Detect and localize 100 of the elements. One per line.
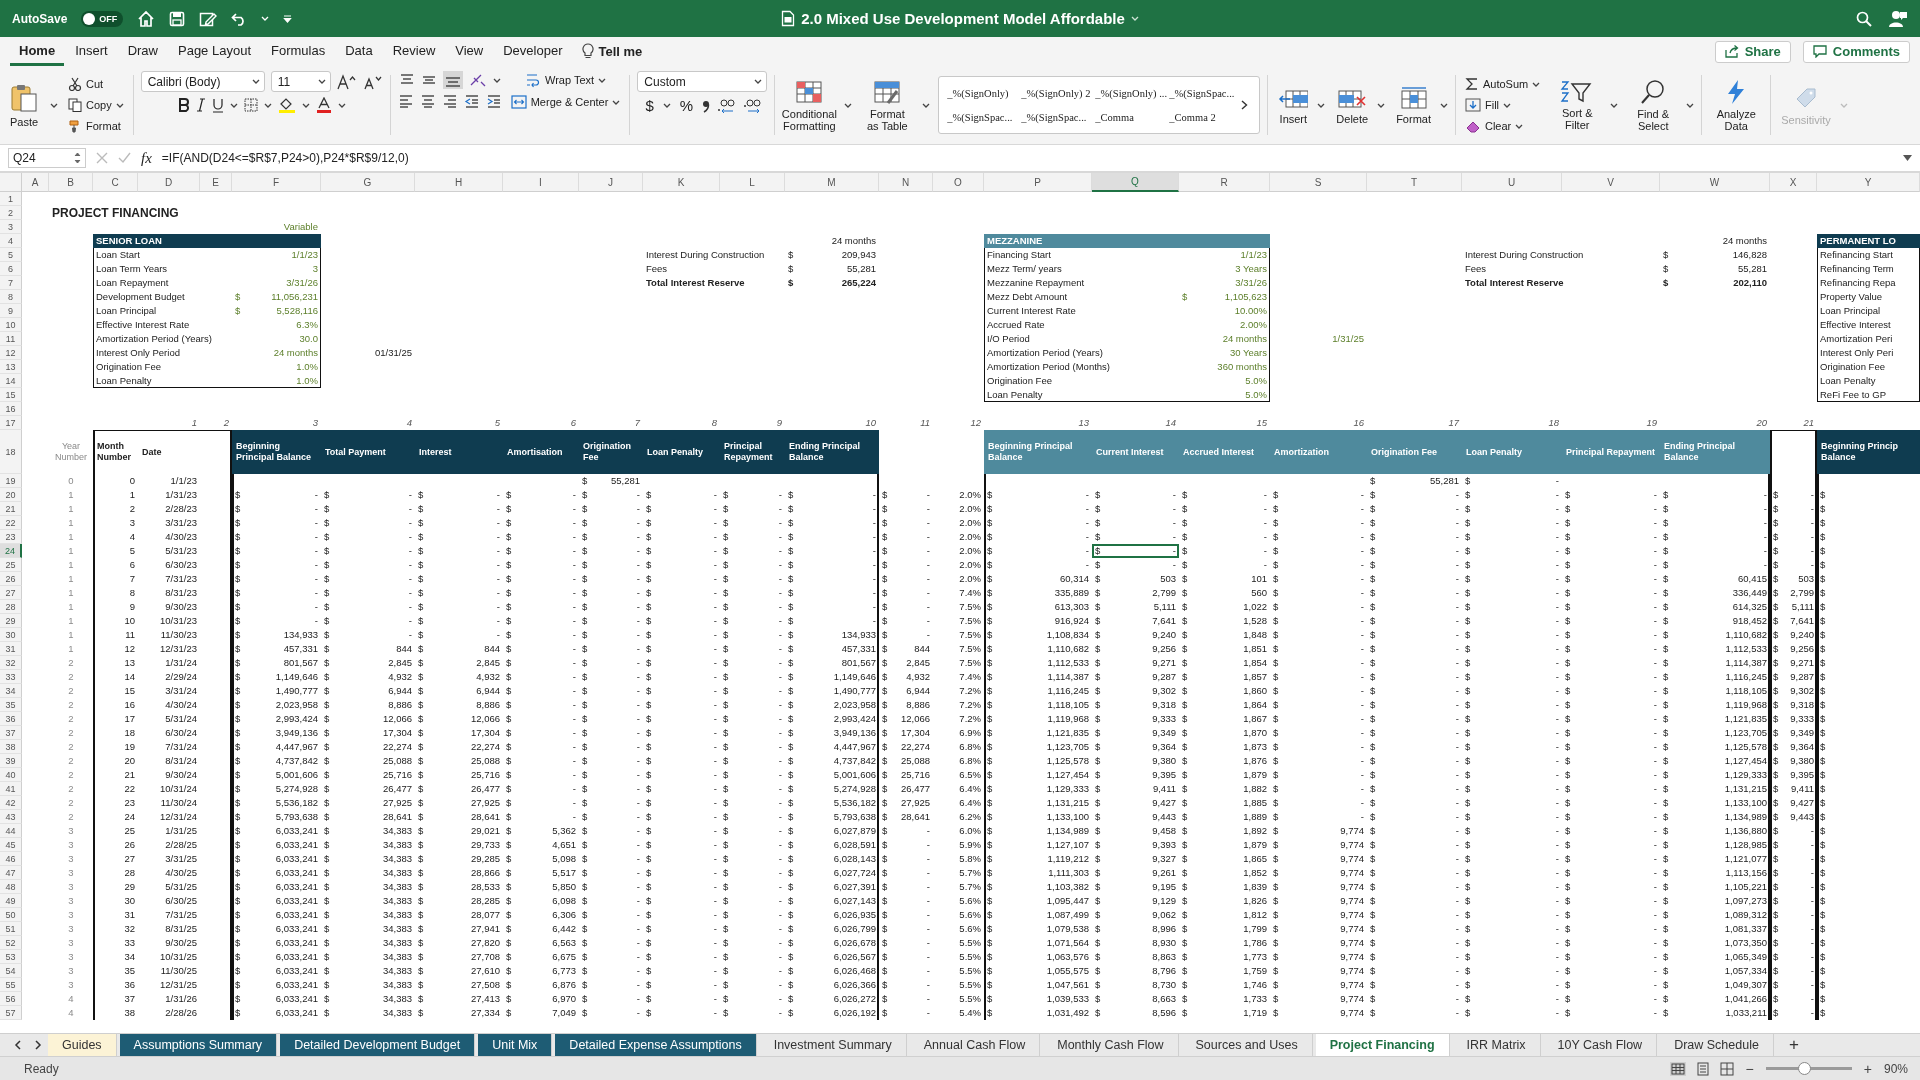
column-header[interactable]: W [1660,173,1770,192]
zoom-out-button[interactable]: − [1743,1060,1756,1077]
save-icon[interactable] [169,10,186,27]
column-header[interactable]: V [1562,173,1660,192]
column-header[interactable]: L [720,173,785,192]
row-header[interactable]: 32 [0,656,22,670]
caret-icon[interactable] [662,103,671,108]
column-header[interactable]: X [1770,173,1817,192]
font-name-dropdown[interactable]: Calibri (Body) [140,71,265,92]
find-select-button[interactable]: Find & Select [1626,76,1681,134]
slider-thumb[interactable] [1798,1062,1812,1075]
merge-center-button[interactable]: Merge & Center [508,94,623,110]
caret-icon[interactable] [1317,102,1326,108]
decrease-decimal-icon[interactable] [742,97,763,114]
cut-button[interactable]: Cut [66,76,126,92]
caret-icon[interactable] [754,79,763,84]
conditional-formatting-button[interactable]: Conditional Formatting [782,76,837,134]
search-icon[interactable] [1856,10,1872,27]
cell-style[interactable]: _%(SignSpac... [1019,111,1094,123]
format-painter-button[interactable]: Format [66,118,126,134]
caret-icon[interactable] [492,77,501,83]
sheet-tab[interactable]: Unit Mix [478,1034,553,1056]
row-header[interactable]: 31 [0,642,22,656]
row-header[interactable]: 15 [0,388,22,402]
row-header[interactable]: 56 [0,992,22,1006]
page-break-icon[interactable] [1719,1061,1734,1076]
align-right-icon[interactable] [441,94,458,108]
sheet-tab[interactable]: Detailed Development Budget [280,1034,476,1056]
chevron-right-icon[interactable] [1241,100,1249,110]
clear-button[interactable]: Clear [1463,118,1543,134]
row-header[interactable]: 13 [0,360,22,374]
selected-cell-outline[interactable] [1092,544,1179,558]
row-header[interactable]: 41 [0,782,22,796]
column-header[interactable]: R [1179,173,1270,192]
caret-icon[interactable] [229,102,238,108]
row-header[interactable]: 38 [0,740,22,754]
column-header[interactable]: Y [1817,173,1920,192]
wrap-text-button[interactable]: Wrap Text [522,71,609,89]
autosum-button[interactable]: AutoSum [1463,76,1543,92]
column-header[interactable]: P [984,173,1092,192]
column-header[interactable]: B [49,173,93,192]
number-format-dropdown[interactable]: Custom [637,71,768,92]
caret-icon[interactable] [1610,102,1619,108]
column-header[interactable]: E [200,173,232,192]
row-header[interactable]: 57 [0,1006,22,1020]
row-header[interactable]: 18 [0,430,22,474]
sheet-tab[interactable]: Assumptions Summary [119,1034,278,1056]
caret-icon[interactable] [598,77,607,83]
copy-button[interactable]: Copy [66,97,126,113]
tell-me-field[interactable]: Tell me [598,44,643,59]
function-button[interactable]: fx [141,149,152,167]
caret-icon[interactable] [1686,102,1695,108]
row-header[interactable]: 45 [0,838,22,852]
comma-style-icon[interactable] [702,98,711,113]
format-button[interactable]: Format [1393,83,1434,127]
ribbon-tab[interactable]: Data [336,37,382,66]
insert-button[interactable]: Insert [1275,83,1312,127]
row-header[interactable]: 14 [0,374,22,388]
column-header[interactable]: Q [1092,173,1179,192]
row-header[interactable]: 54 [0,964,22,978]
expand-caret-icon[interactable] [1903,155,1912,161]
sheet-tab[interactable]: Guides [48,1034,117,1056]
customize-toolbar-icon[interactable] [283,14,293,23]
caret-icon[interactable] [263,102,272,108]
row-header[interactable]: 25 [0,558,22,572]
align-left-icon[interactable] [397,94,414,108]
fill-button[interactable]: Fill [1463,97,1543,113]
row-header[interactable]: 33 [0,670,22,684]
decrease-indent-icon[interactable] [463,94,480,108]
row-header[interactable]: 51 [0,922,22,936]
row-header[interactable]: 17 [0,416,22,430]
row-header[interactable]: 37 [0,726,22,740]
align-top-icon[interactable] [398,73,415,87]
caret-icon[interactable] [1503,102,1512,108]
person-icon[interactable] [1888,9,1908,28]
caret-icon[interactable] [844,102,853,108]
cell-style[interactable]: _%(SignSpac... [945,111,1020,123]
row-header[interactable]: 12 [0,346,22,360]
row-header[interactable]: 39 [0,754,22,768]
name-box[interactable]: Q24 [8,148,86,168]
paste-button[interactable]: Paste [6,80,42,130]
column-header[interactable]: T [1367,173,1462,192]
row-header[interactable]: 6 [0,262,22,276]
bold-icon[interactable] [177,98,190,112]
row-header[interactable]: 27 [0,586,22,600]
caret-icon[interactable] [1532,81,1541,87]
edit-document-icon[interactable] [199,10,218,27]
row-header[interactable]: 10 [0,318,22,332]
caret-icon[interactable] [115,102,124,108]
row-header[interactable]: 26 [0,572,22,586]
row-header[interactable]: 20 [0,488,22,502]
ribbon-tab[interactable]: Page Layout [169,37,260,66]
row-header[interactable]: 47 [0,866,22,880]
analyze-data-button[interactable]: Analyze Data [1709,76,1764,134]
caret-icon[interactable] [301,102,310,108]
caret-icon[interactable] [337,102,346,108]
column-header[interactable]: G [321,173,415,192]
cell-style[interactable]: _%(SignOnly) [945,87,1020,99]
cell-style[interactable]: _%(SignSpac... [1167,87,1242,99]
align-middle-icon[interactable] [420,73,437,87]
